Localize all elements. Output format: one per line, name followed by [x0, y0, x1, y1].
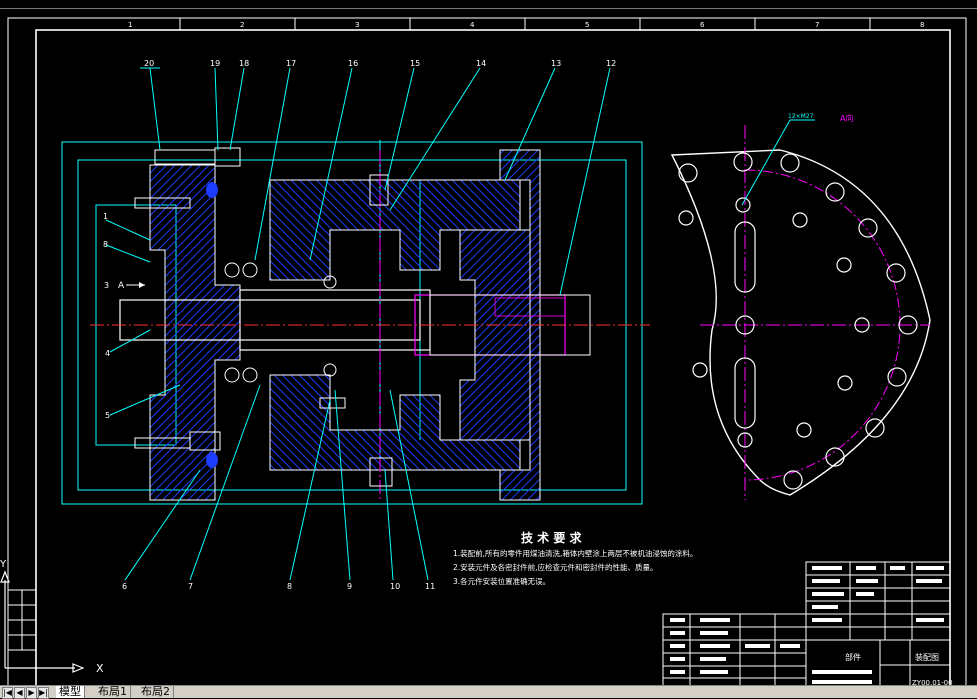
part-number: 18 — [239, 59, 249, 68]
view-label: A向 — [840, 113, 853, 123]
tech-req-item: 2.安装元件及各密封件前,应检查元件和密封件的性能、质量。 — [453, 562, 658, 572]
part-number: 8 — [103, 240, 108, 249]
grid-label: 4 — [470, 21, 475, 29]
part-numbers-bottom: 6 7 8 9 10 11 — [122, 582, 435, 591]
part-number: 9 — [347, 582, 352, 591]
part-number: 14 — [476, 59, 486, 68]
drawing-canvas[interactable]: 1 2 3 4 5 6 7 8 20 19 18 17 16 15 14 13 … — [0, 0, 977, 697]
grid-label: 5 — [585, 21, 589, 29]
ucs-icon — [0, 570, 85, 673]
tab-layout1[interactable]: 布局1 — [95, 686, 131, 698]
part-number: 6 — [122, 582, 127, 591]
tab-last-icon[interactable]: ▶| — [38, 687, 49, 699]
grid-label: 3 — [355, 21, 359, 29]
ucs-y-label: Y — [0, 559, 7, 570]
part-number: 4 — [105, 349, 110, 358]
tab-layout2[interactable]: 布局2 — [138, 686, 174, 698]
part-numbers-top: 20 19 18 17 16 15 14 13 12 — [140, 59, 616, 69]
part-number: 16 — [348, 59, 358, 68]
tab-first-icon[interactable]: |◀ — [2, 687, 13, 699]
part-number: 20 — [144, 59, 154, 68]
part-number: 3 — [104, 281, 109, 290]
top-grid-labels: 1 2 3 4 5 6 7 8 — [128, 21, 924, 29]
ucs-x-label: X — [96, 662, 104, 675]
a-direction-view: 12×M27 A向 — [670, 113, 931, 500]
tab-next-icon[interactable]: ▶ — [26, 687, 37, 699]
tech-req-item: 1.装配前,所有的零件用煤油清洗,箱体内壁涂上两层不被机油浸蚀的涂料。 — [453, 548, 697, 558]
grid-label: 2 — [240, 21, 244, 29]
view-arrow-a: A — [118, 281, 145, 291]
part-number: 11 — [425, 582, 435, 591]
part-number: 1 — [103, 212, 108, 221]
part-number: 17 — [286, 59, 296, 68]
part-number: 8 — [287, 582, 292, 591]
part-number: 5 — [105, 411, 110, 420]
tech-req-title: 技 术 要 求 — [521, 530, 583, 545]
part-numbers-left: 1 8 3 4 5 — [103, 212, 110, 420]
left-margin-table — [7, 589, 37, 651]
tab-prev-icon[interactable]: ◀ — [14, 687, 25, 699]
part-number: 10 — [390, 582, 400, 591]
grid-label: 1 — [128, 21, 132, 29]
layout-tab-bar: |◀ ◀ ▶ ▶| 模型 布局1 布局2 — [0, 685, 977, 699]
section-view — [61, 140, 650, 505]
grid-label: 8 — [920, 21, 924, 29]
part-number: 7 — [188, 582, 193, 591]
tab-model[interactable]: 模型 — [56, 686, 85, 698]
part-number: 13 — [551, 59, 561, 68]
part-number: 12 — [606, 59, 616, 68]
tech-req-item: 3.各元件安装位置准确无误。 — [453, 576, 550, 586]
grid-label: 6 — [700, 21, 705, 29]
svg-text:A: A — [118, 281, 125, 291]
grid-label: 7 — [815, 21, 819, 29]
hole-spec: 12×M27 — [788, 113, 814, 120]
part-number: 15 — [410, 59, 420, 68]
technical-requirements: 技 术 要 求 1.装配前,所有的零件用煤油清洗,箱体内壁涂上两层不被机油浸蚀的… — [453, 530, 697, 586]
title-block-name: 装配图 — [915, 652, 939, 662]
top-grid-ticks — [179, 18, 871, 30]
part-number: 19 — [210, 59, 220, 68]
title-block-label: 部件 — [845, 652, 861, 662]
